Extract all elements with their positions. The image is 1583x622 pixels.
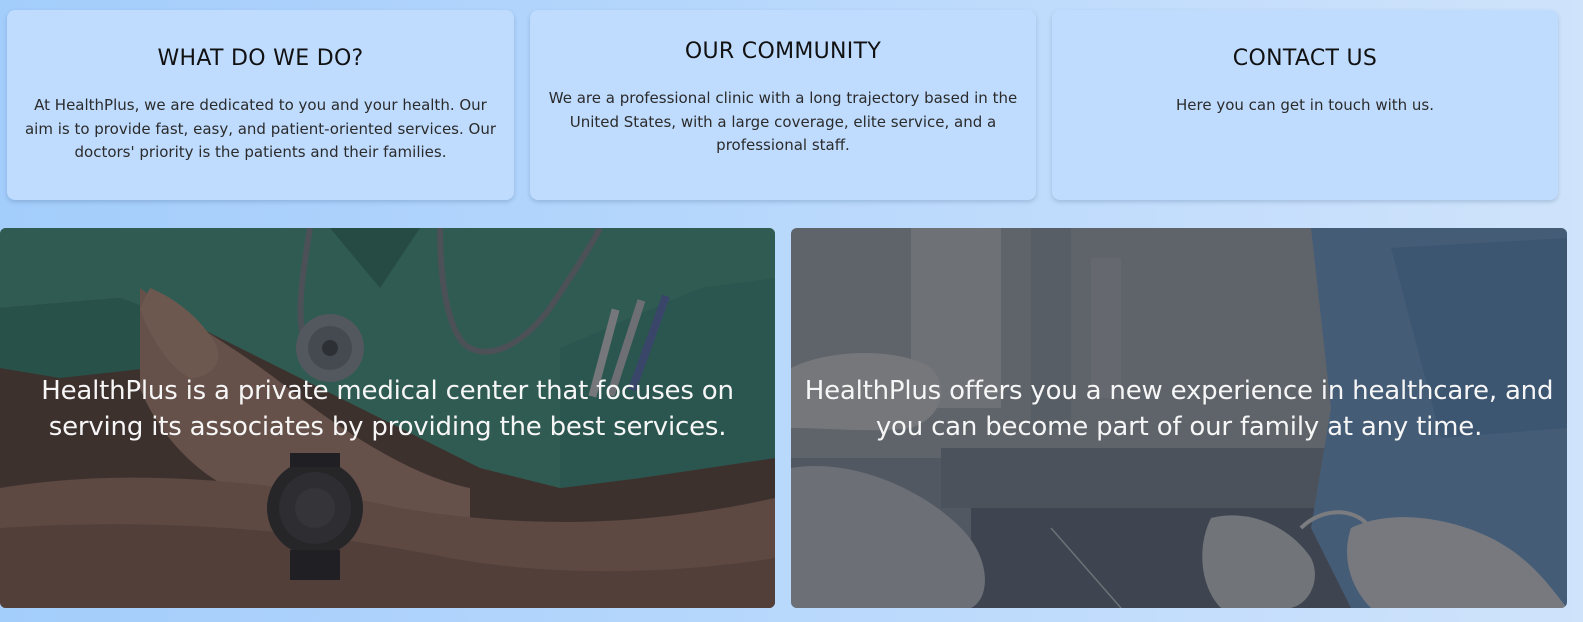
- card-text-what-do-we-do: At HealthPlus, we are dedicated to you a…: [24, 96, 497, 161]
- banner-right-caption: HealthPlus offers you a new experience i…: [804, 376, 1554, 442]
- card-what-do-we-do: WHAT DO WE DO? At HealthPlus, we are ded…: [7, 10, 514, 200]
- card-title-our-community: OUR COMMUNITY: [684, 39, 882, 64]
- banner-doctor: HealthPlus is a private medical center t…: [0, 228, 775, 608]
- banner-surgery: HealthPlus offers you a new experience i…: [791, 228, 1567, 608]
- card-text-our-community: We are a professional clinic with a long…: [548, 89, 1018, 154]
- card-title-contact-us[interactable]: CONTACT US: [1066, 46, 1544, 71]
- card-our-community: OUR COMMUNITY We are a professional clin…: [530, 10, 1036, 200]
- banner-left-caption: HealthPlus is a private medical center t…: [41, 376, 734, 442]
- card-title-what-do-we-do: WHAT DO WE DO?: [157, 46, 364, 71]
- card-text-contact-us: Here you can get in touch with us.: [1176, 96, 1434, 114]
- card-contact-us[interactable]: CONTACT US Here you can get in touch wit…: [1052, 10, 1558, 200]
